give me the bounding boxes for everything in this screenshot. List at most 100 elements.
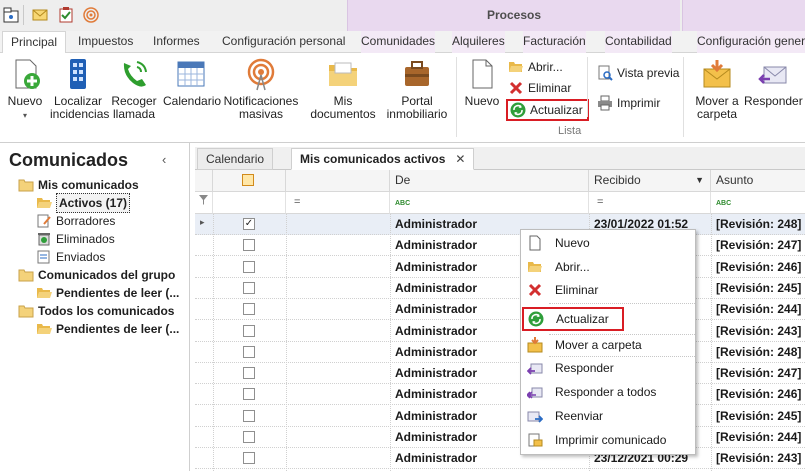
collapse-pane-icon[interactable]: ‹ bbox=[162, 152, 166, 167]
task-list-icon[interactable] bbox=[57, 6, 75, 24]
reply-button[interactable]: Responder bbox=[744, 57, 803, 108]
app-menu-icon[interactable] bbox=[2, 6, 20, 24]
delete-icon bbox=[509, 81, 523, 95]
select-all-header[interactable] bbox=[213, 170, 286, 192]
row-checkbox[interactable] bbox=[243, 431, 255, 443]
real-estate-portal-button[interactable]: Portal inmobiliario bbox=[386, 57, 448, 121]
chevron-down-icon: ▾ bbox=[22, 111, 27, 120]
menu-item-mover[interactable]: Mover a carpeta bbox=[521, 334, 695, 356]
menu-item-responder[interactable]: Responder bbox=[521, 357, 695, 379]
my-documents-button[interactable]: Mis documentos bbox=[300, 57, 386, 121]
tab-configuracion-general[interactable]: Configuración general bbox=[697, 31, 805, 53]
menu-item-actualizar[interactable]: Actualizar bbox=[522, 307, 624, 331]
row-checkbox[interactable] bbox=[243, 303, 255, 316]
cell-asunto: [Revisión: 248] bbox=[716, 344, 802, 359]
menu-item-responder-todos[interactable]: Responder a todos bbox=[521, 381, 695, 403]
menu-item-eliminar[interactable]: Eliminar bbox=[521, 279, 695, 301]
row-checkbox[interactable] bbox=[243, 388, 255, 401]
filter-cell[interactable] bbox=[213, 192, 286, 214]
new-button[interactable]: Nuevo ▾ bbox=[4, 57, 46, 122]
new-document-icon bbox=[15, 59, 40, 89]
row-checkbox[interactable] bbox=[243, 409, 255, 422]
doc-tab-activos[interactable]: Mis comunicados activos ✕ bbox=[291, 148, 475, 170]
tree-item-borradores[interactable]: Borradores bbox=[36, 212, 115, 230]
new-list-button[interactable]: Nuevo bbox=[462, 57, 502, 108]
row-checkbox[interactable] bbox=[243, 239, 255, 252]
refresh-icon bbox=[510, 102, 526, 118]
tree-item-enviados[interactable]: Enviados bbox=[36, 248, 105, 266]
column-divider bbox=[286, 214, 287, 471]
building-icon bbox=[70, 59, 86, 89]
open-button[interactable]: Abrir... bbox=[508, 57, 563, 77]
move-to-folder-button[interactable]: Mover a carpeta bbox=[690, 57, 744, 121]
menu-item-nuevo[interactable]: Nuevo bbox=[521, 232, 695, 254]
filter-cell-asunto[interactable]: ABC bbox=[711, 192, 805, 214]
reply-label: Responder bbox=[744, 94, 803, 108]
tab-contabilidad[interactable]: Contabilidad bbox=[605, 31, 672, 53]
select-all-checkbox[interactable] bbox=[242, 174, 254, 186]
calendar-button[interactable]: Calendario bbox=[163, 57, 221, 108]
move-mail-icon bbox=[703, 60, 731, 88]
tree-item-mis-comunicados[interactable]: Mis comunicados bbox=[18, 176, 139, 194]
menu-item-reenviar[interactable]: Reenviar bbox=[521, 405, 695, 427]
tree-item-todos-comunicados[interactable]: Todos los comunicados bbox=[18, 302, 174, 320]
delete-button[interactable]: Eliminar bbox=[508, 78, 571, 98]
tree-item-label: Activos (17) bbox=[56, 193, 131, 213]
menu-item-imprimir[interactable]: Imprimir comunicado bbox=[521, 429, 695, 451]
preview-button[interactable]: Vista previa bbox=[597, 63, 679, 83]
tree-item-pendientes-todos[interactable]: Pendientes de leer (... bbox=[36, 320, 179, 338]
refresh-button[interactable]: Actualizar bbox=[506, 99, 589, 121]
row-checkbox[interactable] bbox=[243, 324, 255, 337]
broadcast-icon[interactable] bbox=[82, 6, 100, 24]
tab-principal[interactable]: Principal bbox=[2, 31, 67, 54]
mass-notifications-button[interactable]: Notificaciones masivas bbox=[223, 57, 299, 121]
pickup-call-button[interactable]: Recoger llamada bbox=[110, 57, 158, 121]
column-header-recibido[interactable]: Recibido ▼ bbox=[589, 170, 711, 192]
doc-tab-calendario[interactable]: Calendario bbox=[197, 148, 274, 170]
text-filter-icon: ABC bbox=[716, 200, 732, 207]
tree-item-activos[interactable]: Activos (17) bbox=[36, 193, 131, 213]
tab-comunidades[interactable]: Comunidades bbox=[361, 31, 436, 53]
mass-notifications-label: Notificaciones masivas bbox=[223, 94, 299, 121]
mail-icon[interactable] bbox=[31, 6, 49, 24]
row-checkbox[interactable]: ✓ bbox=[243, 218, 255, 230]
tree-item-pendientes-grupo[interactable]: Pendientes de leer (... bbox=[36, 284, 179, 302]
forward-icon bbox=[527, 411, 543, 423]
empty-column-header[interactable] bbox=[286, 170, 390, 192]
row-checkbox[interactable] bbox=[243, 367, 255, 380]
filter-cell-equals[interactable]: = bbox=[286, 192, 390, 214]
tab-informes[interactable]: Informes bbox=[153, 31, 200, 53]
group-label-lista: Lista bbox=[558, 125, 582, 137]
tab-impuestos[interactable]: Impuestos bbox=[78, 31, 133, 53]
menu-item-label: Mover a carpeta bbox=[555, 338, 642, 352]
delete-icon bbox=[528, 283, 542, 297]
calendar-icon bbox=[177, 61, 205, 87]
filter-cell-recibido[interactable]: = bbox=[589, 192, 711, 214]
tree-item-comunicados-grupo[interactable]: Comunicados del grupo bbox=[18, 266, 175, 284]
row-checkbox[interactable] bbox=[243, 260, 255, 273]
column-header-label: Recibido bbox=[594, 173, 641, 187]
column-header-asunto[interactable]: Asunto bbox=[711, 170, 805, 192]
tree-item-label: Todos los comunicados bbox=[38, 304, 175, 318]
tree-item-label: Comunicados del grupo bbox=[38, 268, 176, 282]
tab-facturacion[interactable]: Facturación bbox=[523, 31, 586, 53]
print-button[interactable]: Imprimir bbox=[597, 93, 660, 113]
locate-incidents-button[interactable]: Localizar incidencias bbox=[50, 57, 109, 121]
filter-cell-de[interactable]: ABC bbox=[390, 192, 589, 214]
cell-asunto: [Revisión: 245] bbox=[716, 408, 802, 423]
row-checkbox[interactable] bbox=[243, 345, 255, 358]
column-header-de[interactable]: De bbox=[390, 170, 589, 192]
reply-icon bbox=[758, 66, 787, 84]
new-document-icon bbox=[472, 59, 493, 89]
column-divider bbox=[390, 214, 391, 471]
close-icon[interactable]: ✕ bbox=[455, 152, 465, 166]
tab-alquileres[interactable]: Alquileres bbox=[452, 31, 505, 53]
cell-asunto: [Revisión: 243] bbox=[716, 451, 802, 466]
tree-item-eliminados[interactable]: Eliminados bbox=[36, 230, 115, 248]
menu-item-abrir[interactable]: Abrir... bbox=[521, 256, 695, 278]
tab-configuracion-personal[interactable]: Configuración personal bbox=[222, 31, 345, 53]
row-checkbox[interactable] bbox=[243, 452, 255, 465]
briefcase-icon bbox=[405, 61, 429, 86]
row-checkbox[interactable] bbox=[243, 281, 255, 294]
draft-icon bbox=[37, 214, 51, 228]
